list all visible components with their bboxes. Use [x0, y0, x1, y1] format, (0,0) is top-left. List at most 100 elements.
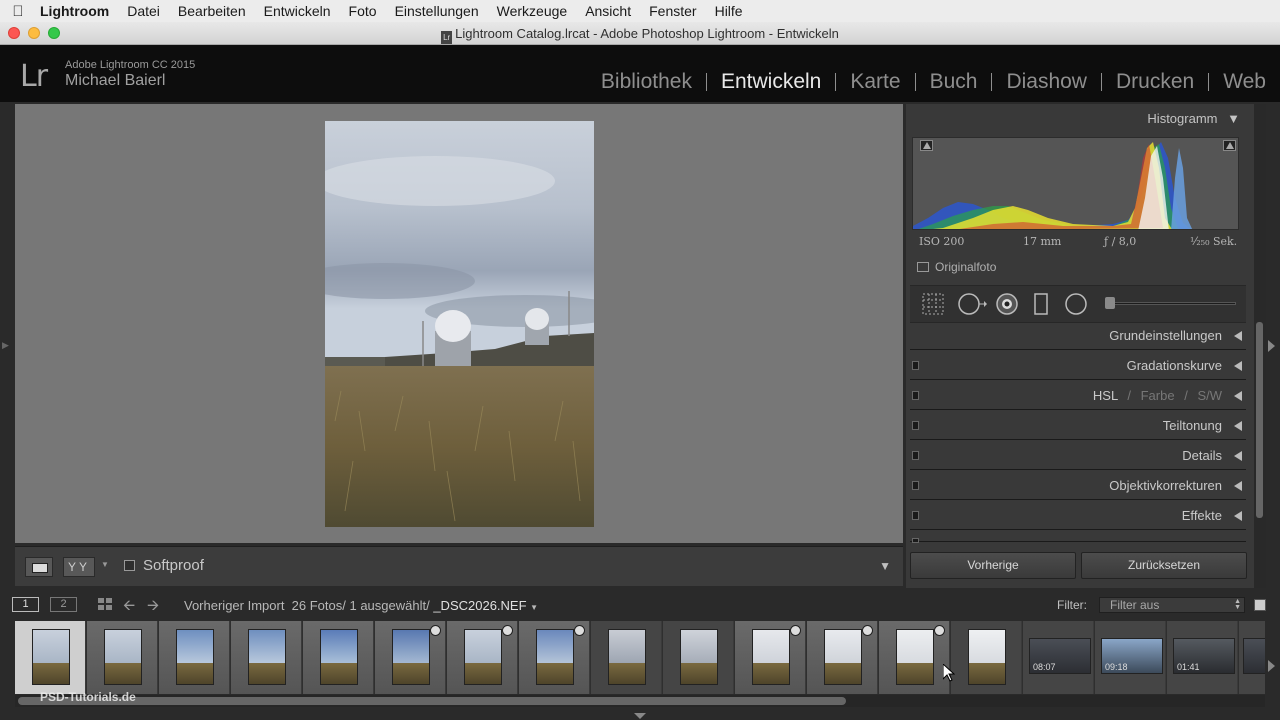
filmstrip-cell[interactable]	[951, 621, 1022, 694]
thumbnail[interactable]	[752, 629, 790, 685]
grid-view-icon[interactable]	[98, 598, 112, 611]
panel-next-partial[interactable]	[910, 532, 1246, 543]
histogram-header[interactable]: Histogramm ▼	[1147, 111, 1240, 126]
menu-hilfe[interactable]: Hilfe	[706, 3, 752, 19]
radial-filter-tool-icon[interactable]	[1065, 293, 1087, 320]
panel-toggle-switch[interactable]	[912, 538, 919, 543]
filmstrip-cell[interactable]	[231, 621, 302, 694]
right-panel-toggle-icon[interactable]	[1268, 340, 1275, 352]
thumbnail[interactable]	[896, 629, 934, 685]
shadow-clipping-toggle[interactable]	[920, 140, 933, 151]
filmstrip-cell[interactable]	[159, 621, 230, 694]
secondary-monitor-button[interactable]: 2	[50, 597, 77, 612]
filmstrip-right-arrow-icon[interactable]	[1268, 660, 1275, 672]
thumbnail[interactable]	[104, 629, 142, 685]
module-drucken[interactable]: Drucken	[1102, 70, 1208, 94]
tool-slider-knob[interactable]	[1105, 297, 1115, 309]
filmstrip-cell[interactable]	[303, 621, 374, 694]
panel-toggle-switch[interactable]	[912, 361, 919, 370]
module-web[interactable]: Web	[1209, 70, 1280, 94]
filmstrip-cell[interactable]	[591, 621, 662, 694]
back-arrow-icon[interactable]: 🡨	[123, 595, 135, 620]
apple-menu-icon[interactable]: 	[0, 3, 36, 20]
spot-removal-tool-icon[interactable]	[958, 293, 988, 320]
menu-app-name[interactable]: Lightroom	[36, 3, 118, 19]
thumbnail[interactable]	[1243, 638, 1265, 674]
crop-tool-icon[interactable]	[922, 293, 944, 320]
sw-tab[interactable]: S/W	[1197, 388, 1222, 403]
toolbar-options-dropdown-icon[interactable]: ▼	[879, 559, 891, 573]
panel-effekte[interactable]: Effekte	[910, 502, 1246, 530]
thumbnail[interactable]	[320, 629, 358, 685]
video-thumbnail[interactable]: 08:07	[1029, 638, 1091, 674]
panel-toggle-switch[interactable]	[912, 451, 919, 460]
menu-ansicht[interactable]: Ansicht	[576, 3, 640, 19]
menu-fenster[interactable]: Fenster	[640, 3, 705, 19]
red-eye-tool-icon[interactable]	[996, 293, 1018, 320]
thumbnail[interactable]	[176, 629, 214, 685]
panel-objektivkorrekturen[interactable]: Objektivkorrekturen	[910, 472, 1246, 500]
thumbnail[interactable]	[968, 629, 1006, 685]
collapse-triangle-icon[interactable]: ▼	[1227, 111, 1240, 126]
primary-monitor-button[interactable]: 1	[12, 597, 39, 612]
filmstrip-cell[interactable]	[519, 621, 590, 694]
panel-hsl[interactable]: HSL / Farbe / S/W	[910, 382, 1246, 410]
filmstrip-cell[interactable]	[807, 621, 878, 694]
module-buch[interactable]: Buch	[916, 70, 992, 94]
filmstrip-video-cell[interactable]: 08:07	[1023, 621, 1094, 694]
softproof-checkbox[interactable]	[124, 560, 135, 571]
main-photo[interactable]	[325, 121, 594, 527]
filter-lock-icon[interactable]	[1254, 599, 1266, 611]
graduated-filter-tool-icon[interactable]	[1034, 293, 1048, 320]
panel-details[interactable]: Details	[910, 442, 1246, 470]
panel-toggle-switch[interactable]	[912, 511, 919, 520]
filter-select[interactable]: Filter aus ▲ ▼	[1099, 597, 1245, 613]
filmstrip-cell[interactable]	[879, 621, 950, 694]
panel-teiltonung[interactable]: Teiltonung	[910, 412, 1246, 440]
panel-gradationskurve[interactable]: Gradationskurve	[910, 352, 1246, 380]
farbe-tab[interactable]: Farbe	[1141, 388, 1175, 403]
forward-arrow-icon[interactable]: 🡪	[147, 595, 159, 620]
hsl-tab[interactable]: HSL	[1093, 388, 1118, 403]
filmstrip-scroll-thumb[interactable]	[18, 697, 846, 705]
right-panel-scroll-thumb[interactable]	[1256, 322, 1263, 518]
previous-settings-button[interactable]: Vorherige	[910, 552, 1076, 579]
thumbnail[interactable]	[248, 629, 286, 685]
filmstrip-source[interactable]: Vorheriger Import 26 Fotos/ 1 ausgewählt…	[184, 598, 538, 613]
panel-toggle-switch[interactable]	[912, 481, 919, 490]
thumbnail[interactable]	[392, 629, 430, 685]
menu-foto[interactable]: Foto	[340, 3, 386, 19]
filmstrip-cell[interactable]	[663, 621, 734, 694]
left-panel-toggle-icon[interactable]: ▶	[2, 340, 9, 351]
video-thumbnail[interactable]: 01:41	[1173, 638, 1235, 674]
module-entwickeln[interactable]: Entwickeln	[707, 70, 835, 94]
filmstrip-video-cell[interactable]: 09:18	[1095, 621, 1166, 694]
highlight-clipping-toggle[interactable]	[1223, 140, 1236, 151]
menu-einstellungen[interactable]: Einstellungen	[386, 3, 488, 19]
menu-datei[interactable]: Datei	[118, 3, 169, 19]
thumbnail[interactable]	[536, 629, 574, 685]
video-thumbnail[interactable]: 09:18	[1101, 638, 1163, 674]
thumbnail[interactable]	[464, 629, 502, 685]
filmstrip-cell[interactable]	[87, 621, 158, 694]
panel-grundeinstellungen[interactable]: Grundeinstellungen	[910, 322, 1246, 350]
source-dropdown-icon[interactable]: ▼	[530, 603, 538, 612]
menu-bearbeiten[interactable]: Bearbeiten	[169, 3, 255, 19]
panel-toggle-switch[interactable]	[912, 391, 919, 400]
module-karte[interactable]: Karte	[836, 70, 914, 94]
originalfoto-checkbox[interactable]	[917, 262, 929, 272]
thumbnail[interactable]	[608, 629, 646, 685]
panel-toggle-switch[interactable]	[912, 421, 919, 430]
collapse-filmstrip-icon[interactable]	[634, 713, 646, 719]
thumbnail[interactable]	[824, 629, 862, 685]
thumbnail[interactable]	[680, 629, 718, 685]
filmstrip-cell[interactable]	[447, 621, 518, 694]
menu-werkzeuge[interactable]: Werkzeuge	[488, 3, 577, 19]
filmstrip-cell[interactable]	[735, 621, 806, 694]
loupe-view-button[interactable]	[25, 557, 53, 577]
filmstrip-cell[interactable]	[15, 621, 86, 694]
module-bibliothek[interactable]: Bibliothek	[587, 70, 706, 94]
before-after-button[interactable]: YY	[63, 557, 95, 577]
filmstrip-video-cell[interactable]: 01:41	[1167, 621, 1238, 694]
menu-entwickeln[interactable]: Entwickeln	[255, 3, 340, 19]
